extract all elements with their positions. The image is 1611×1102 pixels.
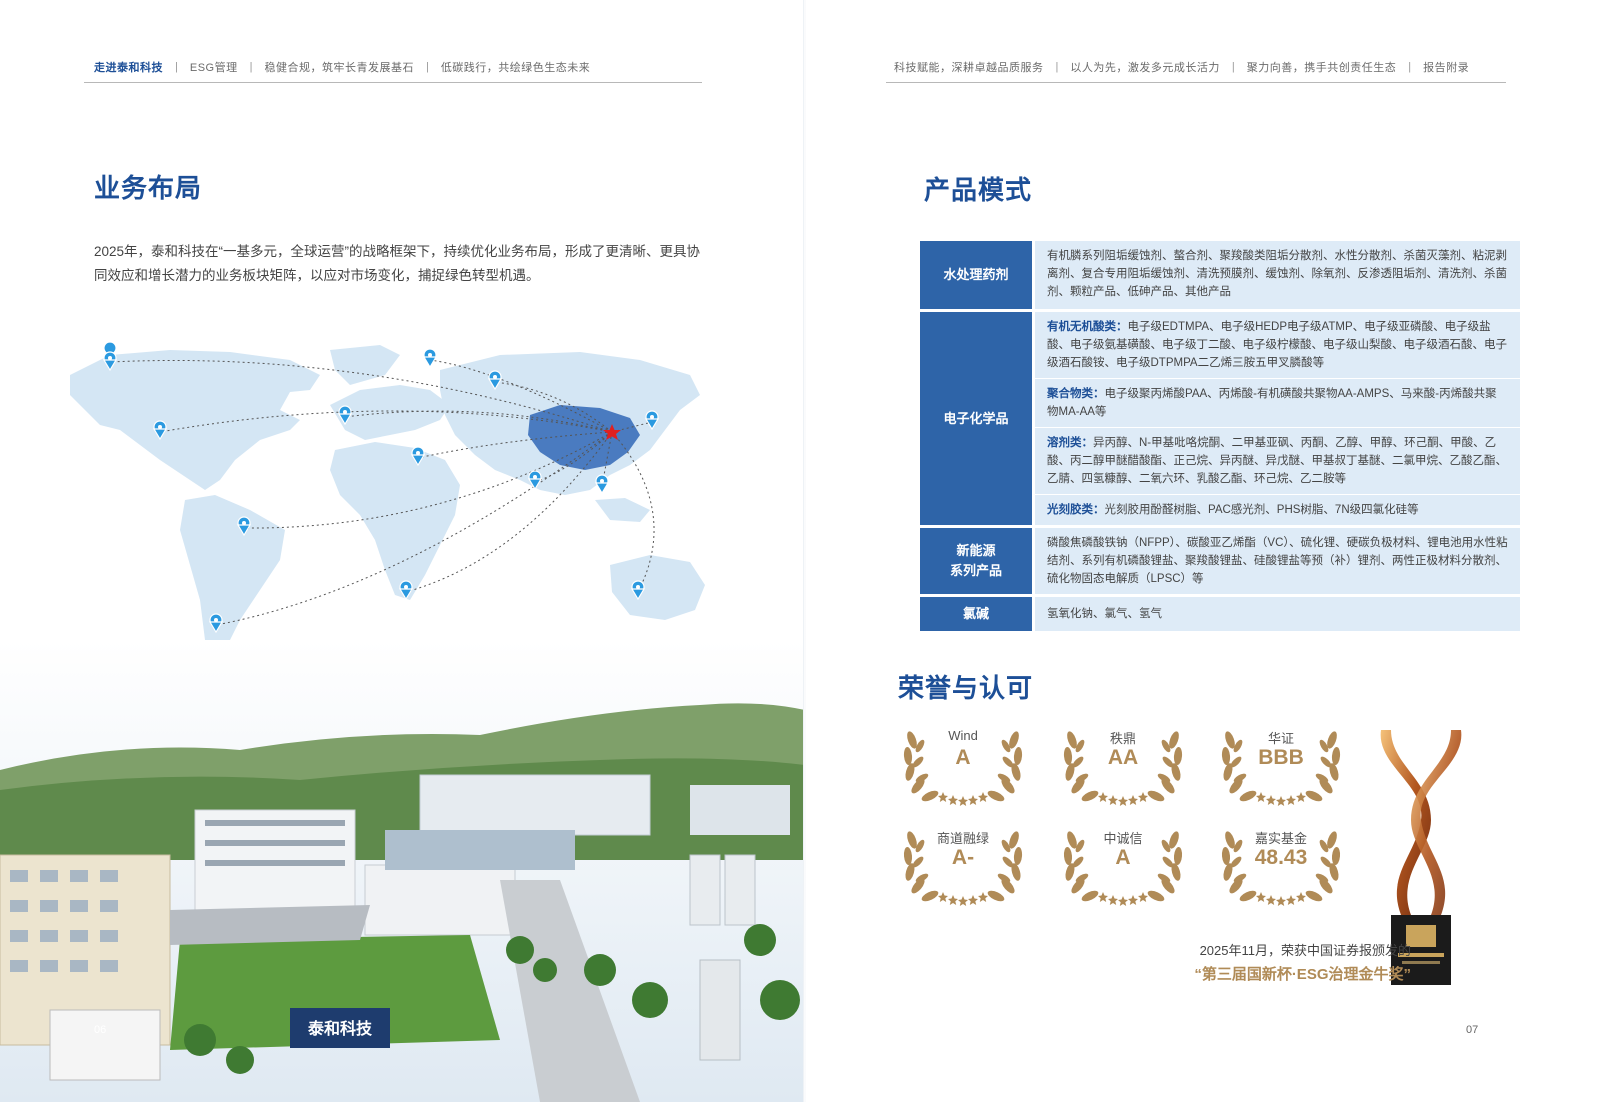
product-category: 电子化学品 <box>920 312 1035 525</box>
product-text: 电子级聚丙烯酸PAA、丙烯酸-有机磺酸共聚物AA-AMPS、马来酸-丙烯酸共聚物… <box>1047 388 1497 418</box>
nav-item-about[interactable]: 走进泰和科技 <box>94 59 163 75</box>
product-content: 有机膦系列阻垢缓蚀剂、螯合剂、聚羧酸类阻垢分散剂、水性分散剂、杀菌灭藻剂、粘泥剥… <box>1035 241 1520 309</box>
product-text: 异丙醇、N-甲基吡咯烷酮、二甲基亚砜、丙酮、乙醇、甲醇、环己酮、甲酸、乙酸、丙二… <box>1047 437 1507 485</box>
rating-badge: 秩鼎 AA <box>1058 720 1188 810</box>
nav-item-compliance[interactable]: 稳健合规，筑牢长青发展基石 <box>264 59 414 75</box>
rating-org: 嘉实基金 <box>1254 831 1307 846</box>
nav-separator: | <box>1231 61 1235 73</box>
award-line1: 2025年11月，荣获中国证券报颁发的 <box>1199 943 1411 958</box>
product-row-chloralkali: 氯碱 氢氧化钠、氯气、氢气 <box>920 597 1520 631</box>
product-table: 水处理药剂 有机膦系列阻垢缓蚀剂、螯合剂、聚羧酸类阻垢分散剂、水性分散剂、杀菌灭… <box>920 241 1520 634</box>
rating-badge: 华证 BBB <box>1216 720 1346 810</box>
product-text: 氢氧化钠、氯气、氢气 <box>1047 608 1162 620</box>
nav-item-appendix[interactable]: 报告附录 <box>1423 59 1469 75</box>
rating-org: Wind <box>948 728 978 743</box>
nav-item-esg[interactable]: ESG管理 <box>190 59 238 75</box>
intro-paragraph: 2025年，泰和科技在“一基多元，全球运营”的战略框架下，持续优化业务布局，形成… <box>94 244 701 283</box>
rating-grade: 48.43 <box>1254 846 1308 869</box>
product-sub-label: 光刻胶类： <box>1047 504 1105 516</box>
nav-separator: | <box>1055 61 1059 73</box>
rating-org: 中诚信 <box>1103 831 1143 846</box>
nav-separator: | <box>1408 61 1412 73</box>
left-page: 走进泰和科技 | ESG管理 | 稳健合规，筑牢长青发展基石 | 低碳践行，共绘… <box>0 0 805 1102</box>
product-sub-label: 聚合物类： <box>1047 388 1105 400</box>
nav-item-lowcarbon[interactable]: 低碳践行，共绘绿色生态未来 <box>441 59 591 75</box>
award-line2: “第三届国新杯·ESG治理金牛奖” <box>1194 966 1411 983</box>
honors-title: 荣誉与认可 <box>898 673 1034 703</box>
page-title: 业务布局 <box>94 173 203 203</box>
top-nav-right: 科技赋能，深耕卓越品质服务 | 以人为先，激发多元成长活力 | 聚力向善，携手共… <box>894 56 1469 78</box>
factory-sign: 泰和科技 <box>307 1019 373 1038</box>
product-row-energy: 新能源 系列产品 磷酸焦磷酸铁钠（NFPP）、碳酸亚乙烯酯（VC）、硫化锂、硬碳… <box>920 528 1520 594</box>
rating-org: 秩鼎 <box>1109 731 1136 746</box>
nav-divider <box>886 82 1506 83</box>
factory-aerial-photo: 泰和科技 <box>0 640 805 1102</box>
world-map-graphic <box>70 341 705 665</box>
product-text: 有机膦系列阻垢缓蚀剂、螯合剂、聚羧酸类阻垢分散剂、水性分散剂、杀菌灭藻剂、粘泥剥… <box>1047 250 1507 298</box>
product-row-electronic: 电子化学品 有机无机酸类：电子级EDTMPA、电子级HEDP电子级ATMP、电子… <box>920 312 1520 525</box>
product-content: 氢氧化钠、氯气、氢气 <box>1035 597 1520 631</box>
world-map <box>0 330 805 690</box>
rating-grade: A <box>955 746 971 769</box>
nav-item-tech[interactable]: 科技赋能，深耕卓越品质服务 <box>894 59 1044 75</box>
nav-separator: | <box>425 61 429 73</box>
rating-org: 华证 <box>1267 731 1294 746</box>
rating-grade: A <box>1115 846 1131 869</box>
product-sub: 光刻胶类：光刻胶用酚醛树脂、PAC感光剂、PHS树脂、7N级四氯化硅等 <box>1035 495 1520 525</box>
product-sub: 溶剂类：异丙醇、N-甲基吡咯烷酮、二甲基亚砜、丙酮、乙醇、甲醇、环己酮、甲酸、乙… <box>1035 428 1520 495</box>
right-page: 科技赋能，深耕卓越品质服务 | 以人为先，激发多元成长活力 | 聚力向善，携手共… <box>806 0 1611 1102</box>
product-sub-label: 溶剂类： <box>1047 437 1093 449</box>
award-caption: 2025年11月，荣获中国证券报颁发的 “第三届国新杯·ESG治理金牛奖” <box>1194 940 1411 984</box>
product-text: 磷酸焦磷酸铁钠（NFPP）、碳酸亚乙烯酯（VC）、硫化锂、硬碳负极材料、锂电池用… <box>1047 537 1508 585</box>
product-row-water: 水处理药剂 有机膦系列阻垢缓蚀剂、螯合剂、聚羧酸类阻垢分散剂、水性分散剂、杀菌灭… <box>920 241 1520 309</box>
product-sub: 磷酸焦磷酸铁钠（NFPP）、碳酸亚乙烯酯（VC）、硫化锂、硬碳负极材料、锂电池用… <box>1035 528 1520 594</box>
product-category: 氯碱 <box>920 597 1035 631</box>
product-sub: 氢氧化钠、氯气、氢气 <box>1035 597 1520 629</box>
product-text: 光刻胶用酚醛树脂、PAC感光剂、PHS树脂、7N级四氯化硅等 <box>1104 504 1419 516</box>
page-number-left: 06 <box>94 1024 107 1036</box>
product-content: 有机无机酸类：电子级EDTMPA、电子级HEDP电子级ATMP、电子级亚磷酸、电… <box>1035 312 1520 525</box>
rating-grade: AA <box>1107 746 1139 769</box>
product-sub: 有机无机酸类：电子级EDTMPA、电子级HEDP电子级ATMP、电子级亚磷酸、电… <box>1035 312 1520 379</box>
nav-item-people[interactable]: 以人为先，激发多元成长活力 <box>1070 59 1220 75</box>
rating-grade: A- <box>951 846 975 869</box>
product-sub-label: 有机无机酸类： <box>1047 321 1128 333</box>
rating-org: 商道融绿 <box>936 831 989 846</box>
product-content: 磷酸焦磷酸铁钠（NFPP）、碳酸亚乙烯酯（VC）、硫化锂、硬碳负极材料、锂电池用… <box>1035 528 1520 594</box>
nav-item-community[interactable]: 聚力向善，携手共创责任生态 <box>1247 59 1397 75</box>
product-category: 水处理药剂 <box>920 241 1035 309</box>
rating-badge: 中诚信 A <box>1058 820 1188 910</box>
rating-grade: BBB <box>1258 746 1304 769</box>
product-sub: 聚合物类：电子级聚丙烯酸PAA、丙烯酸-有机磺酸共聚物AA-AMPS、马来酸-丙… <box>1035 379 1520 428</box>
rating-badge: Wind A <box>898 720 1028 810</box>
rating-badge: 嘉实基金 48.43 <box>1216 820 1346 910</box>
rating-badge: 商道融绿 A- <box>898 820 1028 910</box>
nav-separator: | <box>249 61 253 73</box>
nav-separator: | <box>175 61 178 73</box>
products-title: 产品模式 <box>924 175 1033 205</box>
top-nav-left: 走进泰和科技 | ESG管理 | 稳健合规，筑牢长青发展基石 | 低碳践行，共绘… <box>94 56 590 78</box>
nav-divider <box>84 82 702 83</box>
page-number-right: 07 <box>1466 1024 1479 1036</box>
product-category: 新能源 系列产品 <box>920 528 1035 594</box>
product-sub: 有机膦系列阻垢缓蚀剂、螯合剂、聚羧酸类阻垢分散剂、水性分散剂、杀菌灭藻剂、粘泥剥… <box>1035 241 1520 307</box>
